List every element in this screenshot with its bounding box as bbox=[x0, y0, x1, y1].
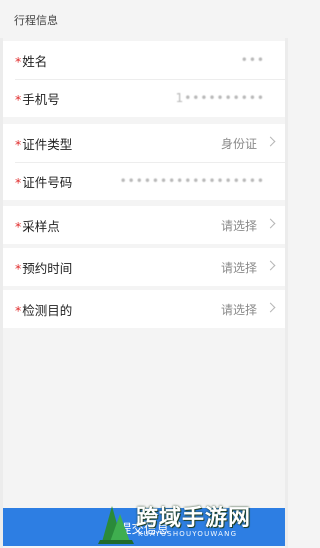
appointment-time-label: *预约时间 bbox=[15, 260, 73, 276]
name-row[interactable]: *姓名 ••• bbox=[3, 41, 285, 79]
appointment-time-row[interactable]: *预约时间 请选择 bbox=[3, 248, 285, 286]
sampling-point-card: *采样点 请选择 bbox=[3, 206, 285, 244]
id-number-row[interactable]: *证件号码 •••••••••••••••••• bbox=[3, 162, 285, 200]
sampling-point-row[interactable]: *采样点 请选择 bbox=[3, 206, 285, 244]
test-purpose-value: 请选择 bbox=[220, 302, 257, 317]
id-type-label: *证件类型 bbox=[15, 136, 73, 152]
id-type-value: 身份证 bbox=[220, 136, 257, 151]
id-info-card: *证件类型 身份证 *证件号码 •••••••••••••••••• bbox=[3, 124, 285, 200]
watermark-logo-icon bbox=[98, 506, 134, 544]
required-mark: * bbox=[15, 53, 22, 69]
required-mark: * bbox=[15, 218, 22, 234]
required-mark: * bbox=[15, 260, 22, 276]
required-mark: * bbox=[15, 174, 22, 190]
watermark-text: 跨域手游网 bbox=[136, 505, 252, 531]
required-mark: * bbox=[15, 136, 22, 152]
watermark-subtext: KUAYUSHOUYOUWANG bbox=[138, 530, 238, 538]
chevron-right-icon bbox=[265, 260, 276, 271]
test-purpose-row[interactable]: *检测目的 请选择 bbox=[3, 290, 285, 328]
section-header: 行程信息 bbox=[0, 0, 288, 38]
chevron-right-icon bbox=[265, 136, 276, 147]
test-purpose-card: *检测目的 请选择 bbox=[3, 290, 285, 328]
id-number-field[interactable]: •••••••••••••••••• bbox=[120, 174, 265, 188]
name-label: *姓名 bbox=[15, 53, 48, 69]
right-edge bbox=[285, 0, 288, 548]
name-field[interactable]: ••• bbox=[241, 53, 265, 67]
phone-row[interactable]: *手机号 1•••••••••• bbox=[3, 79, 285, 117]
sampling-point-label: *采样点 bbox=[15, 218, 60, 234]
test-purpose-label: *检测目的 bbox=[15, 302, 73, 318]
watermark: 跨域手游网 KUAYUSHOUYOUWANG bbox=[96, 498, 288, 548]
appointment-time-value: 请选择 bbox=[220, 260, 257, 275]
phone-label: *手机号 bbox=[15, 91, 60, 107]
personal-info-card: *姓名 ••• *手机号 1•••••••••• bbox=[3, 41, 285, 117]
section-title: 行程信息 bbox=[14, 14, 58, 27]
id-number-label: *证件号码 bbox=[15, 174, 73, 190]
required-mark: * bbox=[15, 302, 22, 318]
form-page: 行程信息 *姓名 ••• *手机号 1•••••••••• *证件类型 身份证 … bbox=[0, 0, 288, 548]
chevron-right-icon bbox=[265, 302, 276, 313]
required-mark: * bbox=[15, 91, 22, 107]
chevron-right-icon bbox=[265, 218, 276, 229]
phone-field[interactable]: 1•••••••••• bbox=[176, 91, 265, 105]
sampling-point-value: 请选择 bbox=[220, 218, 257, 233]
appointment-time-card: *预约时间 请选择 bbox=[3, 248, 285, 286]
id-type-row[interactable]: *证件类型 身份证 bbox=[3, 124, 285, 162]
